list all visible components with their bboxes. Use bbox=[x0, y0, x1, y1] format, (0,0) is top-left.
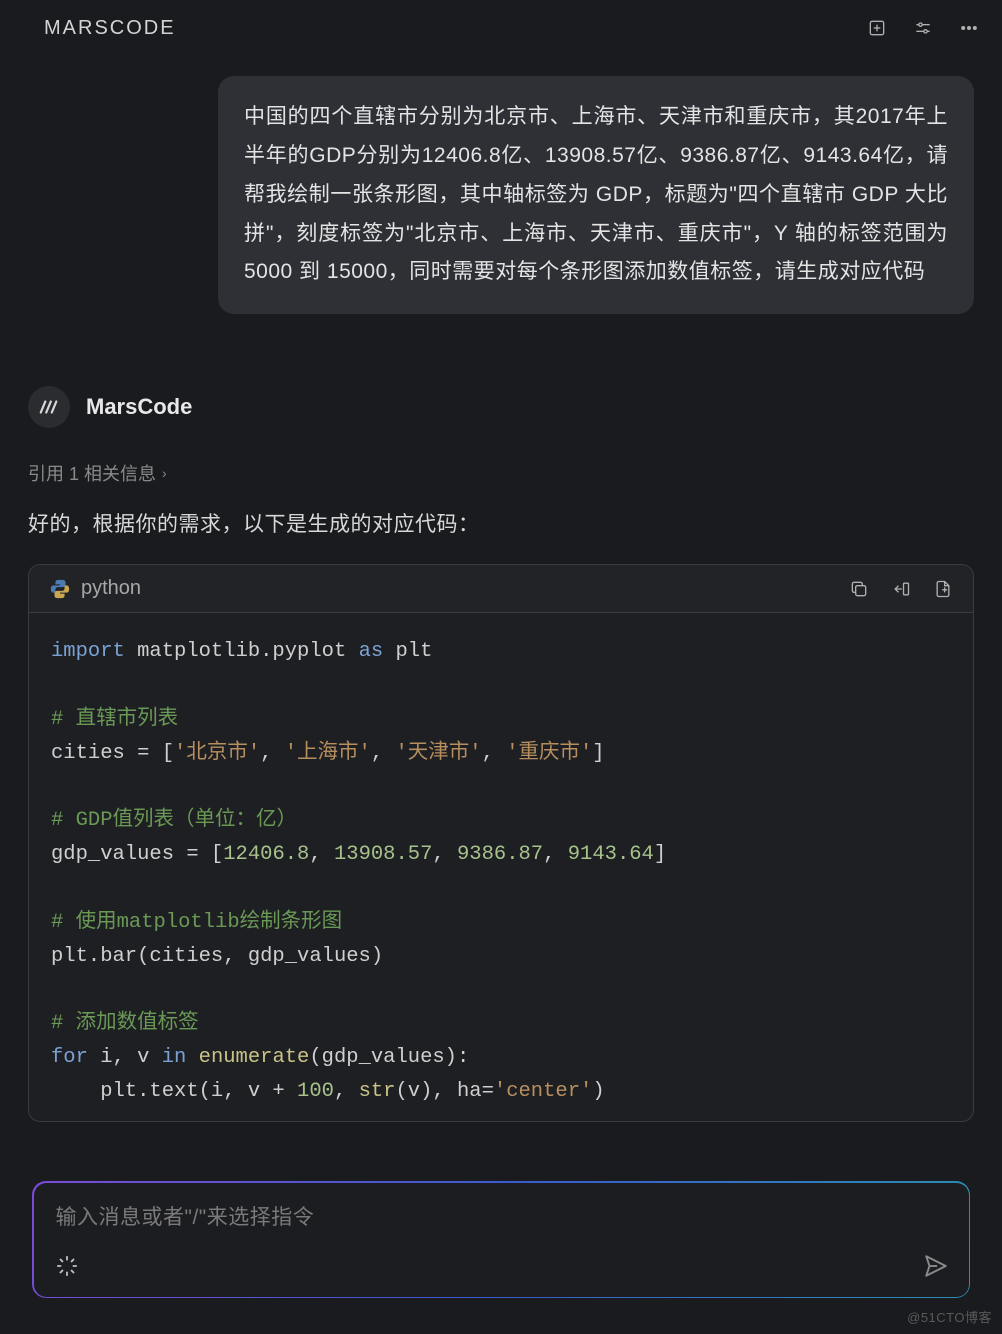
python-icon bbox=[49, 578, 71, 600]
app-header: MARSCODE bbox=[0, 0, 1002, 56]
watermark: @51CTO博客 bbox=[907, 1307, 992, 1326]
assistant-avatar-icon bbox=[28, 386, 70, 428]
code-actions bbox=[849, 579, 953, 599]
loading-spinner-icon bbox=[56, 1255, 78, 1277]
assistant-intro-text: 好的，根据你的需求，以下是生成的对应代码： bbox=[28, 508, 974, 538]
user-message-bubble: 中国的四个直辖市分别为北京市、上海市、天津市和重庆市，其2017年上半年的GDP… bbox=[218, 76, 974, 314]
code-language-label: python bbox=[49, 577, 141, 600]
chat-input-footer bbox=[56, 1253, 949, 1279]
code-body[interactable]: import matplotlib.pyplot as plt # 直辖市列表 … bbox=[29, 613, 973, 1120]
reference-text: 引用 1 相关信息 bbox=[28, 460, 156, 486]
chat-input-placeholder: 输入消息或者"/"来选择指令 bbox=[56, 1201, 949, 1231]
chat-input[interactable]: 输入消息或者"/"来选择指令 bbox=[34, 1183, 969, 1297]
code-header: python bbox=[29, 565, 973, 613]
copy-code-icon[interactable] bbox=[849, 579, 869, 599]
more-menu-icon[interactable] bbox=[958, 17, 980, 39]
app-title: MARSCODE bbox=[44, 17, 176, 40]
chevron-right-icon: › bbox=[162, 465, 167, 481]
header-actions bbox=[866, 17, 980, 39]
assistant-header: MarsCode bbox=[28, 386, 974, 428]
chat-input-container: 输入消息或者"/"来选择指令 bbox=[32, 1181, 970, 1298]
new-file-icon[interactable] bbox=[933, 579, 953, 599]
insert-code-icon[interactable] bbox=[891, 579, 911, 599]
assistant-message: MarsCode 引用 1 相关信息 › 好的，根据你的需求，以下是生成的对应代… bbox=[28, 386, 974, 1121]
reference-link[interactable]: 引用 1 相关信息 › bbox=[28, 460, 167, 486]
send-button[interactable] bbox=[923, 1253, 949, 1279]
assistant-name: MarsCode bbox=[86, 394, 192, 420]
new-chat-icon[interactable] bbox=[866, 17, 888, 39]
chat-area: 中国的四个直辖市分别为北京市、上海市、天津市和重庆市，其2017年上半年的GDP… bbox=[0, 56, 1002, 1122]
code-block: python import matplotlib.pyplot as plt #… bbox=[28, 564, 974, 1121]
settings-sliders-icon[interactable] bbox=[912, 17, 934, 39]
